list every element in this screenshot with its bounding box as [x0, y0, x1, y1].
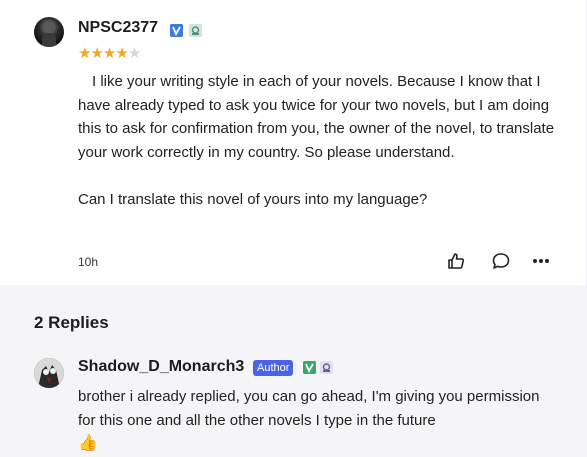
- level-badge-icon: [303, 361, 316, 374]
- star-icon: ★: [78, 45, 91, 62]
- avatar[interactable]: [34, 358, 64, 388]
- comment-body: I like your writing style in each of you…: [78, 70, 558, 211]
- replies-section: 2 Replies Shadow_D_Monarch3 Author broth…: [0, 285, 587, 457]
- level-badge-icon: [170, 24, 183, 37]
- rating-stars: ★★★★★: [78, 44, 141, 62]
- comment-paragraph: Can I translate this novel of yours into…: [78, 190, 428, 208]
- more-options-button[interactable]: [531, 251, 551, 271]
- reader-badge-icon: [320, 361, 333, 374]
- reply-body: brother i already replied, you can go ah…: [78, 388, 540, 429]
- author-badge: Author: [253, 360, 294, 376]
- comment-time: 10h: [78, 255, 99, 269]
- like-button[interactable]: [446, 251, 466, 271]
- star-icon: ★: [115, 45, 128, 62]
- thumbs-up-icon: [448, 253, 465, 269]
- username[interactable]: Shadow_D_Monarch3: [78, 358, 244, 376]
- comment-bubble-icon: [492, 253, 510, 269]
- more-icon: [533, 259, 549, 263]
- avatar[interactable]: [34, 17, 64, 47]
- star-empty-icon: ★: [127, 45, 141, 62]
- star-icon: ★: [102, 45, 116, 62]
- comment-paragraph: I like your writing style in each of you…: [78, 73, 555, 161]
- comment-card: NPSC2377 ★★★★★ I like your writing style…: [0, 0, 587, 285]
- star-icon: ★: [90, 45, 103, 62]
- thumbs-up-emoji: 👍: [78, 435, 98, 452]
- replies-title: 2 Replies: [34, 313, 109, 332]
- reply-button[interactable]: [491, 251, 511, 271]
- username[interactable]: NPSC2377: [78, 19, 158, 37]
- reader-badge-icon: [189, 24, 202, 37]
